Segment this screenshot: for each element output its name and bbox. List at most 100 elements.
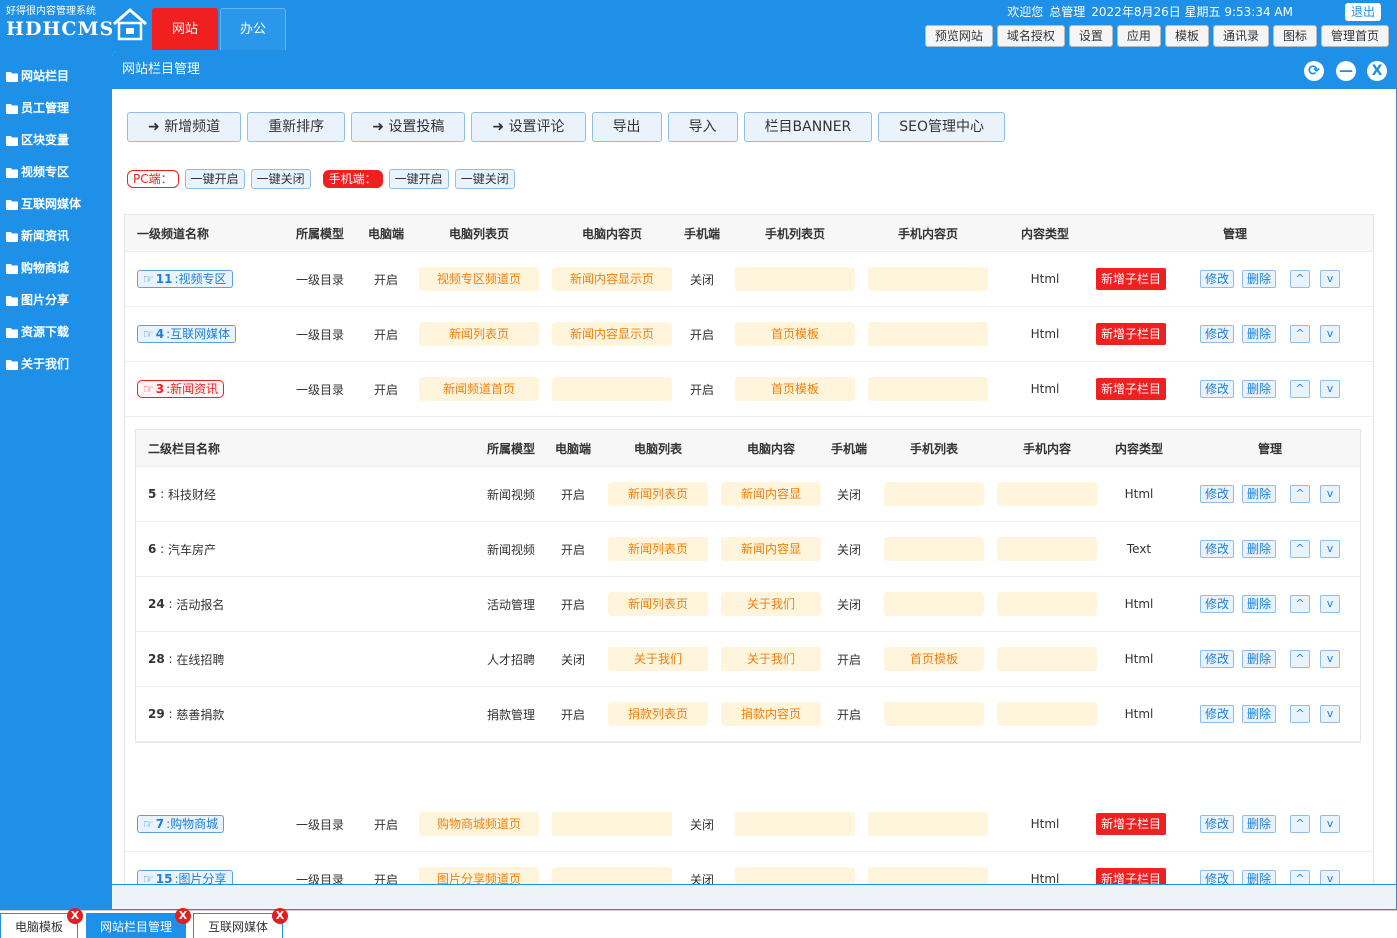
export-button[interactable]: 导出 [591, 112, 662, 142]
sidebar-item-internet-media[interactable]: 互联网媒体 [0, 188, 111, 220]
delete-button[interactable]: 删除 [1242, 705, 1277, 723]
mobile-list-template[interactable] [735, 267, 855, 291]
edit-button[interactable]: 修改 [1200, 870, 1235, 885]
pc-content-template[interactable]: 新闻内容显示页 [552, 267, 672, 291]
close-icon[interactable]: X [1367, 61, 1387, 81]
pc-content-template[interactable]: 关于我们 [721, 647, 821, 671]
move-down-icon[interactable]: v [1320, 540, 1341, 558]
pc-content-template[interactable]: 捐款内容页 [721, 702, 821, 726]
apps-button[interactable]: 应用 [1116, 25, 1161, 47]
pc-enable-all-button[interactable]: 一键开启 [184, 169, 245, 189]
contacts-button[interactable]: 通讯录 [1212, 25, 1269, 47]
sidebar-item-block-vars[interactable]: 区块变量 [0, 124, 111, 156]
pc-list-template[interactable]: 关于我们 [608, 647, 708, 671]
add-subcolumn-button[interactable]: 新增子栏目 [1095, 868, 1166, 885]
move-down-icon[interactable]: v [1320, 325, 1341, 343]
mobile-content-template[interactable] [868, 322, 988, 346]
close-tab-icon[interactable]: X [272, 908, 288, 924]
move-up-icon[interactable]: ^ [1290, 270, 1311, 288]
sidebar-item-about[interactable]: 关于我们 [0, 348, 111, 380]
move-up-icon[interactable]: ^ [1290, 815, 1311, 833]
add-subcolumn-button[interactable]: 新增子栏目 [1095, 378, 1166, 400]
mobile-content-template[interactable] [868, 812, 988, 836]
mobile-content-template[interactable] [997, 537, 1097, 561]
delete-button[interactable]: 删除 [1242, 380, 1277, 398]
pc-list-template[interactable]: 视频专区频道页 [419, 267, 539, 291]
delete-button[interactable]: 删除 [1242, 815, 1277, 833]
edit-button[interactable]: 修改 [1200, 485, 1235, 503]
add-subcolumn-button[interactable]: 新增子栏目 [1095, 268, 1166, 290]
move-down-icon[interactable]: v [1320, 380, 1341, 398]
move-down-icon[interactable]: v [1320, 270, 1341, 288]
mobile-content-template[interactable] [868, 867, 988, 885]
settings-button[interactable]: 设置 [1068, 25, 1113, 47]
delete-button[interactable]: 删除 [1242, 325, 1277, 343]
mobile-content-template[interactable] [997, 592, 1097, 616]
move-up-icon[interactable]: ^ [1290, 325, 1311, 343]
mobile-content-template[interactable] [997, 482, 1097, 506]
edit-button[interactable]: 修改 [1200, 595, 1235, 613]
add-subcolumn-button[interactable]: 新增子栏目 [1095, 323, 1166, 345]
sidebar-item-images[interactable]: 图片分享 [0, 284, 111, 316]
delete-button[interactable]: 删除 [1242, 650, 1277, 668]
delete-button[interactable]: 删除 [1242, 540, 1277, 558]
column-banner-button[interactable]: 栏目BANNER [743, 112, 873, 142]
pc-content-template[interactable] [552, 377, 672, 401]
move-down-icon[interactable]: v [1320, 485, 1341, 503]
tab-office[interactable]: 办公 [220, 8, 286, 50]
mobile-content-template[interactable] [997, 702, 1097, 726]
pc-content-template[interactable]: 新闻内容显 [721, 537, 821, 561]
pc-list-template[interactable]: 新闻列表页 [608, 592, 708, 616]
delete-button[interactable]: 删除 [1242, 595, 1277, 613]
channel-name-tag[interactable]: ☞ 11: 视频专区 [137, 270, 233, 288]
pc-content-template[interactable]: 新闻内容显 [721, 482, 821, 506]
mobile-list-template[interactable] [884, 482, 984, 506]
delete-button[interactable]: 删除 [1242, 870, 1277, 885]
admin-home-button[interactable]: 管理首页 [1320, 25, 1389, 47]
mobile-list-template[interactable] [884, 592, 984, 616]
mobile-enable-all-button[interactable]: 一键开启 [388, 169, 449, 189]
mobile-list-template[interactable] [884, 702, 984, 726]
minimize-icon[interactable]: — [1336, 61, 1356, 81]
sidebar-item-news[interactable]: 新闻资讯 [0, 220, 111, 252]
icons-button[interactable]: 图标 [1272, 25, 1317, 47]
move-up-icon[interactable]: ^ [1290, 380, 1311, 398]
move-up-icon[interactable]: ^ [1290, 540, 1311, 558]
mobile-list-template[interactable] [735, 812, 855, 836]
seo-center-button[interactable]: SEO管理中心 [878, 112, 1006, 142]
refresh-icon[interactable]: ⟳ [1304, 61, 1324, 81]
pc-content-template[interactable] [552, 812, 672, 836]
resort-button[interactable]: 重新排序 [247, 112, 346, 142]
pc-list-template[interactable]: 新闻频道首页 [419, 377, 539, 401]
pc-list-template[interactable]: 新闻列表页 [608, 537, 708, 561]
delete-button[interactable]: 删除 [1242, 485, 1277, 503]
templates-button[interactable]: 模板 [1164, 25, 1209, 47]
channel-name-tag[interactable]: ☞ 15: 图片分享 [137, 870, 233, 885]
edit-button[interactable]: 修改 [1200, 650, 1235, 668]
pc-content-template[interactable]: 新闻内容显示页 [552, 322, 672, 346]
mobile-content-template[interactable] [997, 647, 1097, 671]
move-up-icon[interactable]: ^ [1290, 650, 1311, 668]
sidebar-item-shop[interactable]: 购物商城 [0, 252, 111, 284]
logout-button[interactable]: 退出 [1345, 3, 1381, 21]
mobile-content-template[interactable] [868, 267, 988, 291]
pc-list-template[interactable]: 图片分享频道页 [419, 867, 539, 885]
mobile-list-template[interactable] [735, 867, 855, 885]
move-down-icon[interactable]: v [1320, 595, 1341, 613]
sidebar-item-staff[interactable]: 员工管理 [0, 92, 111, 124]
close-tab-icon[interactable]: X [175, 908, 191, 924]
move-up-icon[interactable]: ^ [1290, 870, 1311, 885]
set-submission-button[interactable]: ➜ 设置投稿 [351, 112, 466, 142]
move-down-icon[interactable]: v [1320, 705, 1341, 723]
move-down-icon[interactable]: v [1320, 650, 1341, 668]
preview-site-button[interactable]: 预览网站 [924, 25, 993, 47]
sidebar-item-video[interactable]: 视频专区 [0, 156, 111, 188]
mobile-content-template[interactable] [868, 377, 988, 401]
close-tab-icon[interactable]: X [67, 908, 83, 924]
add-channel-button[interactable]: ➜ 新增频道 [127, 112, 242, 142]
pc-list-template[interactable]: 捐款列表页 [608, 702, 708, 726]
edit-button[interactable]: 修改 [1200, 325, 1235, 343]
edit-button[interactable]: 修改 [1200, 815, 1235, 833]
pc-list-template[interactable]: 购物商城频道页 [419, 812, 539, 836]
pc-content-template[interactable] [552, 867, 672, 885]
